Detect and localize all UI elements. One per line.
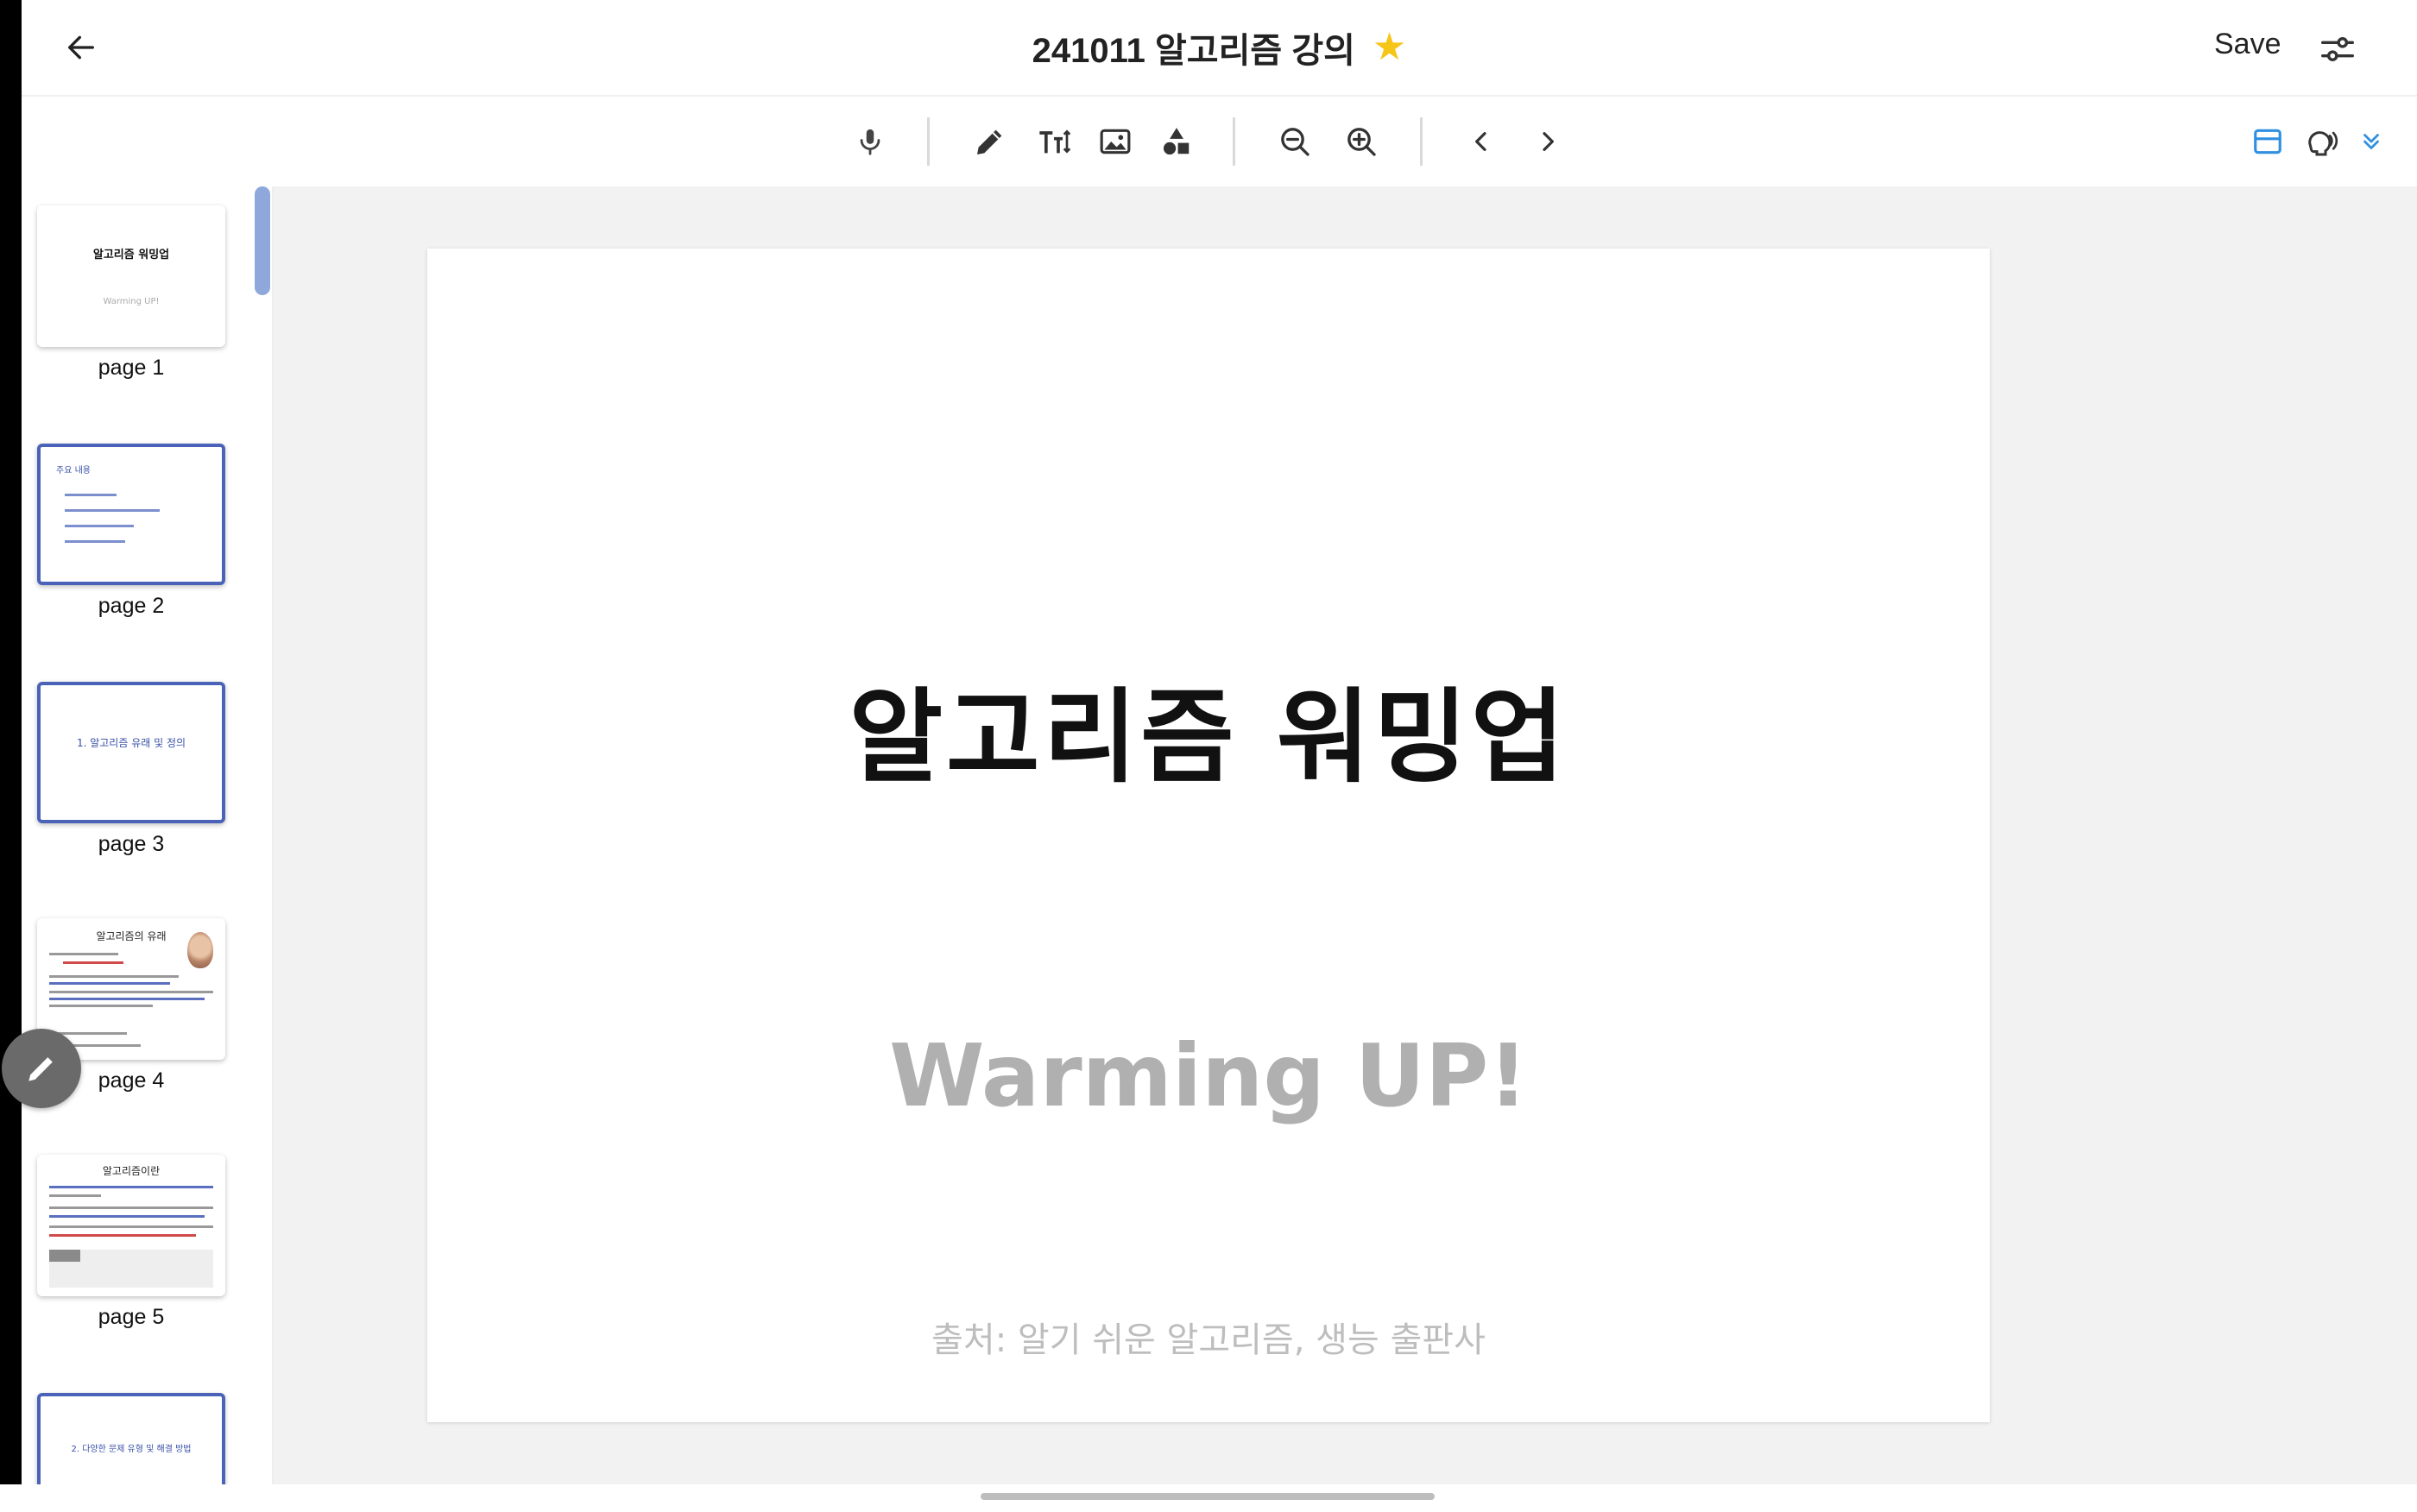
current-slide[interactable]: 알고리즘 워밍업 Warming UP! 출처: 알기 쉬운 알고리즘, 생능 … [427, 249, 1990, 1422]
page-label-1: page 1 [98, 356, 165, 380]
app-header: 241011 알고리즘 강의 ★ Save [22, 0, 2417, 97]
prev-page-button[interactable] [1459, 119, 1504, 164]
slide-canvas-area[interactable]: 알고리즘 워밍업 Warming UP! 출처: 알기 쉬운 알고리즘, 생능 … [274, 186, 2417, 1484]
toolbar-divider [927, 117, 930, 166]
thumbnail-text-line [49, 1206, 213, 1209]
page-thumbnail-2[interactable]: 주요 내용 [37, 444, 225, 585]
star-icon[interactable]: ★ [1373, 28, 1406, 66]
thumbnail-text-line [65, 540, 125, 543]
shape-tool-button[interactable] [1154, 119, 1199, 164]
page-thumbnail-1[interactable]: 알고리즘 워밍업 Warming UP! [37, 205, 225, 347]
pencil-icon [28, 1057, 53, 1081]
thumbnail-text-line [63, 961, 123, 964]
thumbnail-subtitle: Warming UP! [103, 297, 160, 306]
sliders-icon [2321, 37, 2354, 61]
floating-pen-button[interactable] [2, 1029, 81, 1108]
slide-credit: 출처: 알기 쉬운 알고리즘, 생능 출판사 [931, 1320, 1486, 1360]
thumbnail-text-line [65, 525, 134, 527]
thumbnail-text-line [49, 1186, 213, 1188]
image-icon [1100, 129, 1131, 154]
screen-edge [0, 0, 22, 1484]
slide-title: 알고리즘 워밍업 [849, 677, 1568, 797]
toolbar-divider [1420, 117, 1423, 166]
thumbnail-text-line [49, 1194, 101, 1197]
settings-button[interactable] [2318, 29, 2357, 69]
toolbar-divider [1233, 117, 1235, 166]
zoom-out-icon [1281, 128, 1309, 156]
thumbnail-text-line [49, 991, 213, 993]
thumbnail-text-line [65, 494, 117, 496]
expand-toolbar-button[interactable] [2349, 119, 2394, 164]
page-thumbnail-5[interactable]: 알고리즘이란 [37, 1155, 225, 1296]
page-label-2: page 2 [98, 594, 165, 618]
sidebar-scrollbar[interactable] [255, 186, 270, 295]
page-thumbnail-sidebar: 알고리즘 워밍업 Warming UP! page 1 주요 내용 page 2… [22, 186, 274, 1484]
page-label-3: page 3 [98, 832, 165, 856]
mic-button[interactable] [848, 119, 893, 164]
layout-icon [2254, 129, 2281, 154]
zoom-out-button[interactable] [1272, 119, 1317, 164]
thumbnail-title: 2. 다양한 문제 유형 및 해결 방법 [71, 1445, 192, 1454]
page-label-5: page 5 [98, 1305, 165, 1329]
pen-tool-button[interactable] [968, 119, 1013, 164]
thumbnail-image [49, 1250, 80, 1262]
thumbnail-text-line [49, 1234, 196, 1237]
speech-button[interactable] [2299, 119, 2344, 164]
image-tool-button[interactable] [1093, 119, 1138, 164]
thumbnail-title: 알고리즘 워밍업 [92, 249, 170, 261]
toolbar [22, 97, 2417, 188]
portrait-image [187, 932, 213, 968]
page-thumbnail-3[interactable]: 1. 알고리즘 유래 및 정의 [37, 682, 225, 823]
zoom-in-button[interactable] [1339, 119, 1384, 164]
thumbnail-title: 주요 내용 [56, 466, 91, 476]
home-indicator[interactable] [981, 1493, 1435, 1500]
thumbnail-text-line [49, 982, 170, 985]
thumbnail-text-line [49, 975, 179, 978]
text-tool-button[interactable] [1032, 119, 1076, 164]
document-title[interactable]: 241011 알고리즘 강의 [1032, 22, 1355, 72]
thumbnail-text-line [49, 1215, 205, 1218]
chevron-right-icon [1543, 132, 1554, 151]
thumbnail-title: 1. 알고리즘 유래 및 정의 [76, 737, 186, 749]
thumbnail-text-line [49, 998, 205, 1000]
text-size-icon [1039, 129, 1071, 154]
thumbnail-title: 알고리즘이란 [102, 1165, 161, 1177]
layout-button[interactable] [2245, 119, 2290, 164]
thumbnail-text-line [65, 509, 160, 512]
shapes-icon [1163, 128, 1190, 155]
slide-subtitle: Warming UP! [889, 1025, 1528, 1126]
pen-icon [977, 129, 1002, 154]
speech-icon [2308, 131, 2338, 156]
thumbnail-text-line [49, 953, 118, 955]
save-button[interactable]: Save [2214, 28, 2281, 61]
thumbnail-text-line [49, 1225, 213, 1228]
mic-icon [860, 129, 880, 155]
next-page-button[interactable] [1525, 119, 1570, 164]
page-thumbnail-6[interactable]: 2. 다양한 문제 유형 및 해결 방법 [37, 1393, 225, 1484]
double-chevron-down-icon [2363, 134, 2379, 149]
thumbnail-text-line [49, 1005, 153, 1007]
chevron-left-icon [1475, 132, 1486, 151]
zoom-in-icon [1347, 128, 1376, 156]
